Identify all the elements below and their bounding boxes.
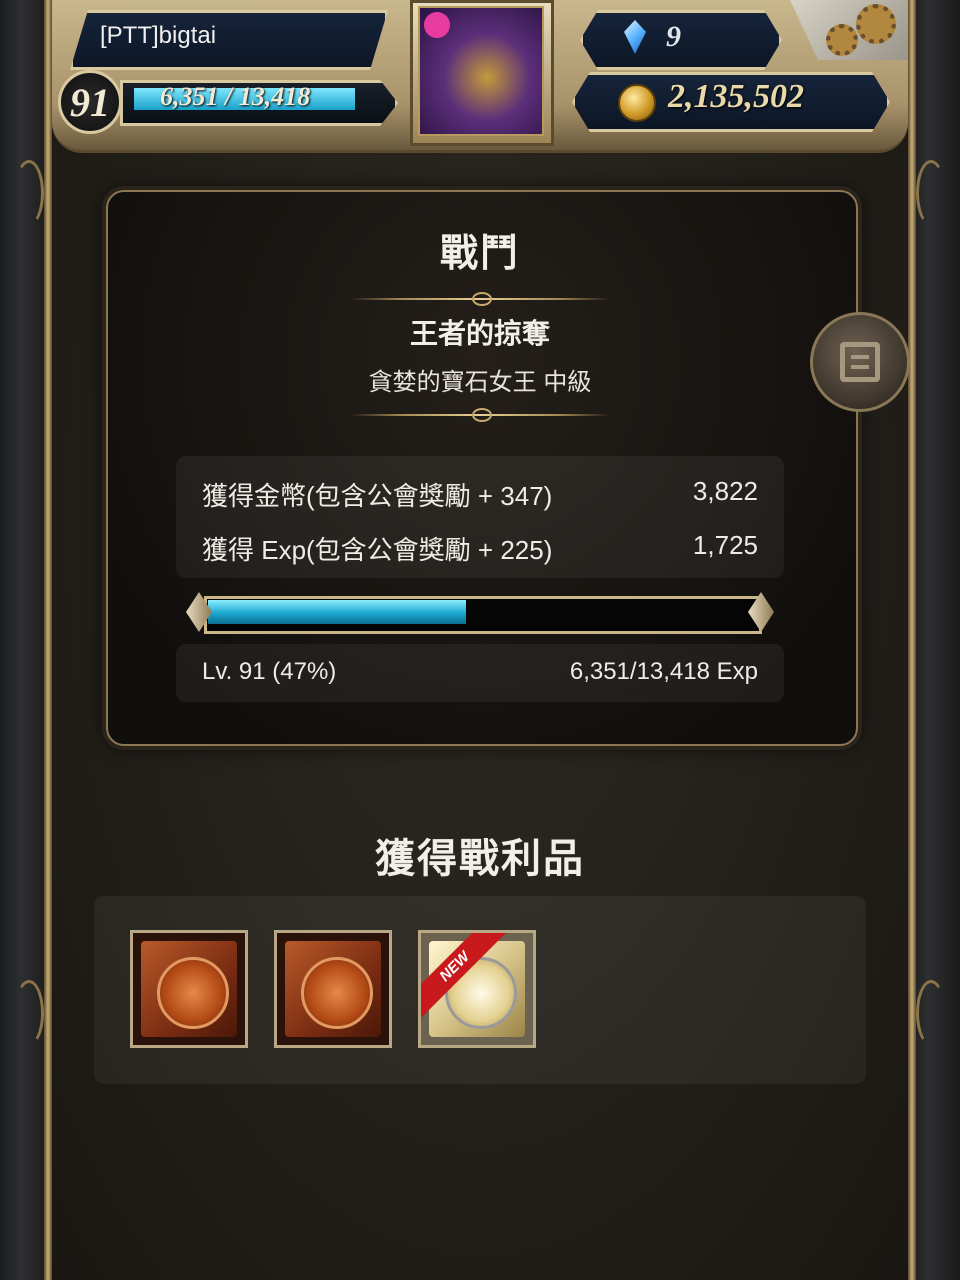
- right-frame-rail: [908, 0, 916, 1280]
- left-ornament: [14, 160, 44, 226]
- gold-reward-label: 獲得金幣(包含公會獎勵 + 347): [202, 481, 553, 511]
- gem-count: 9: [666, 20, 681, 53]
- loot-item-bronze-card[interactable]: [274, 930, 392, 1048]
- gold-reward-value: 3,822: [692, 476, 758, 506]
- exp-reward-value: 1,725: [692, 530, 758, 560]
- right-ornament: [916, 160, 946, 226]
- left-ornament-lower: [14, 980, 44, 1046]
- panel-title: 戰鬥: [439, 233, 520, 275]
- player-name: [PTT]bigtai: [100, 22, 217, 49]
- gem-counter[interactable]: [580, 10, 782, 70]
- exp-progress-fill: [208, 600, 466, 624]
- coin-icon: [618, 84, 656, 122]
- level-text: Lv. 91 (47%): [202, 658, 337, 685]
- gear-icon: [826, 24, 858, 56]
- gold-count: 2,135,502: [668, 78, 804, 115]
- log-icon: [840, 342, 880, 382]
- exp-reward-label: 獲得 Exp(包含公會獎勵 + 225): [202, 535, 553, 565]
- bronze-seal-icon: [301, 957, 373, 1029]
- header-exp-text: 6,351 / 13,418: [160, 82, 311, 111]
- loot-item-gold-card[interactable]: NEW: [418, 930, 536, 1048]
- loot-item-bronze-card[interactable]: [130, 930, 248, 1048]
- bronze-seal-icon: [157, 957, 229, 1029]
- divider-ornament-bottom: [472, 408, 492, 422]
- top-status-bar: [PTT]bigtai 6,351 / 13,418 91 9 2,135,50…: [0, 0, 960, 160]
- log-button[interactable]: [810, 312, 910, 412]
- player-level-badge: 91: [58, 70, 122, 134]
- divider-ornament: [472, 292, 492, 306]
- left-frame-rail: [44, 0, 52, 1280]
- moon-icon: [424, 12, 450, 38]
- right-ornament-lower: [916, 980, 946, 1046]
- exp-progress-text: 6,351/13,418 Exp: [569, 658, 758, 685]
- loot-title: 獲得戰利品: [375, 837, 585, 881]
- gear-icon-large: [856, 4, 896, 44]
